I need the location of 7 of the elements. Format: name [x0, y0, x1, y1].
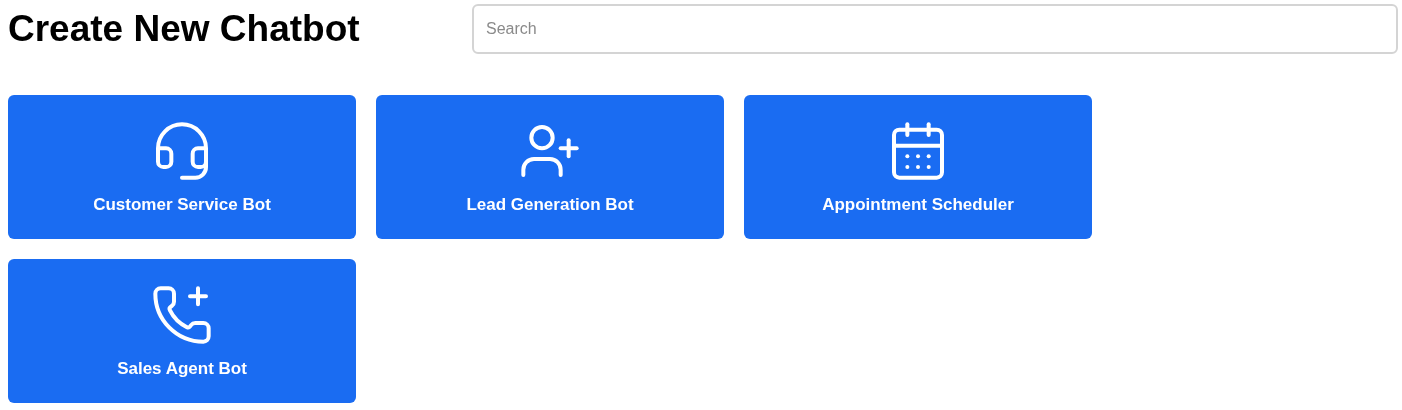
bot-template-card[interactable]: Customer Service Bot: [8, 95, 356, 239]
bot-template-card[interactable]: Sales Agent Bot: [8, 259, 356, 403]
search-field[interactable]: Search: [472, 4, 1398, 54]
bot-template-card[interactable]: Lead Generation Bot: [376, 95, 724, 239]
bot-template-card[interactable]: Appointment Scheduler: [744, 95, 1092, 239]
page-title: Create New Chatbot: [8, 8, 361, 50]
phone-plus-icon: [150, 283, 214, 347]
